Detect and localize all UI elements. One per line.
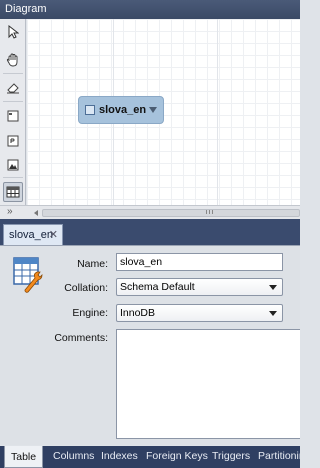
tab-triggers[interactable]: Triggers [212, 450, 250, 462]
diagram-canvas[interactable]: slova_en [27, 19, 300, 205]
diagram-table-node[interactable]: slova_en [78, 96, 164, 124]
dropdown-arrow-icon [269, 311, 277, 316]
collation-select[interactable]: Schema Default [116, 278, 283, 296]
image-tool[interactable] [3, 155, 23, 175]
tab-foreign-keys[interactable]: Foreign Keys [146, 450, 208, 462]
hand-icon [6, 53, 20, 67]
name-label: Name: [77, 258, 108, 270]
table-icon [6, 186, 20, 198]
scrollbar-grip-icon [206, 210, 213, 214]
expand-toolbar-button[interactable]: » [7, 206, 13, 217]
editor-bottom-tabs: Table Columns Indexes Foreign Keys Trigg… [0, 446, 300, 468]
chevron-down-icon[interactable] [149, 107, 157, 113]
table-node-icon [85, 105, 95, 115]
table-tool[interactable] [3, 182, 23, 202]
scroll-left-arrow-icon[interactable] [34, 210, 38, 216]
scrollbar-thumb[interactable] [42, 209, 300, 217]
tab-indexes[interactable]: Indexes [101, 450, 138, 462]
tab-slova-en[interactable]: slova_en ✕ [3, 224, 63, 245]
pointer-tool[interactable] [3, 22, 23, 42]
tab-columns[interactable]: Columns [53, 450, 94, 462]
table-name-input[interactable] [116, 253, 283, 271]
collation-label: Collation: [64, 282, 108, 294]
dropdown-arrow-icon [269, 285, 277, 290]
layer-tool[interactable] [3, 106, 23, 126]
collation-value: Schema Default [120, 281, 195, 293]
table-node-label: slova_en [99, 104, 147, 116]
arrow-pointer-icon [7, 25, 19, 39]
comments-textarea[interactable] [116, 329, 300, 439]
horizontal-scrollbar[interactable]: » [0, 205, 300, 219]
comments-label: Comments: [54, 332, 108, 344]
diagram-panel-header: Diagram [0, 0, 300, 19]
layer-icon [7, 110, 19, 122]
engine-label: Engine: [72, 307, 108, 319]
tab-table[interactable]: Table [4, 446, 44, 468]
table-editor-icon [13, 256, 43, 294]
diagram-toolbar [0, 19, 26, 219]
image-icon [7, 159, 19, 171]
note-icon [7, 135, 19, 147]
hand-tool[interactable] [3, 50, 23, 70]
tab-partitioning[interactable]: Partitioning [258, 450, 300, 462]
close-icon[interactable]: ✕ [49, 228, 58, 241]
engine-select[interactable]: InnoDB [116, 304, 283, 322]
eraser-icon [6, 82, 20, 94]
note-tool[interactable] [3, 131, 23, 151]
eraser-tool[interactable] [3, 78, 23, 98]
engine-value: InnoDB [120, 307, 156, 319]
tab-label: slova_en [9, 229, 54, 241]
